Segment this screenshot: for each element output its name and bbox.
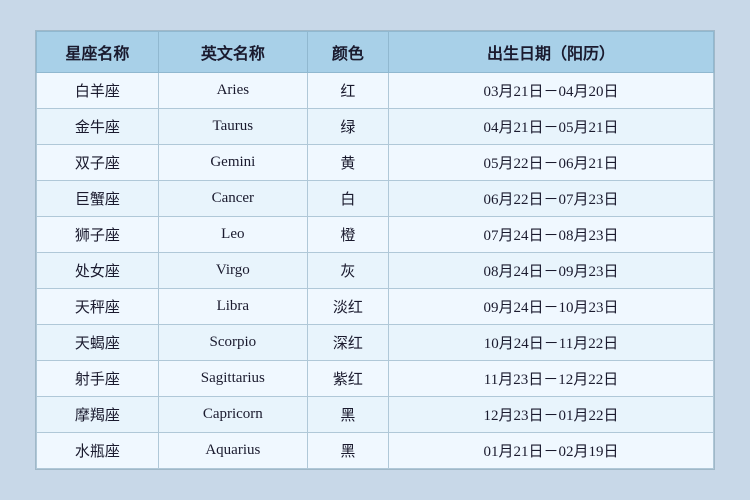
table-row: 金牛座Taurus绿04月21日－05月21日 (37, 109, 714, 145)
cell-chinese: 天蝎座 (37, 325, 159, 361)
table-row: 天秤座Libra淡红09月24日－10月23日 (37, 289, 714, 325)
table-header-row: 星座名称 英文名称 颜色 出生日期（阳历） (37, 32, 714, 73)
table-row: 巨蟹座Cancer白06月22日－07月23日 (37, 181, 714, 217)
cell-color: 淡红 (307, 289, 388, 325)
cell-english: Leo (158, 217, 307, 253)
cell-chinese: 摩羯座 (37, 397, 159, 433)
header-color: 颜色 (307, 32, 388, 73)
cell-color: 黑 (307, 433, 388, 469)
cell-date: 12月23日－01月22日 (389, 397, 714, 433)
table-row: 摩羯座Capricorn黑12月23日－01月22日 (37, 397, 714, 433)
cell-english: Scorpio (158, 325, 307, 361)
cell-color: 深红 (307, 325, 388, 361)
cell-date: 01月21日－02月19日 (389, 433, 714, 469)
cell-english: Sagittarius (158, 361, 307, 397)
table-row: 白羊座Aries红03月21日－04月20日 (37, 73, 714, 109)
cell-chinese: 射手座 (37, 361, 159, 397)
cell-english: Aquarius (158, 433, 307, 469)
header-english: 英文名称 (158, 32, 307, 73)
cell-chinese: 巨蟹座 (37, 181, 159, 217)
cell-chinese: 天秤座 (37, 289, 159, 325)
cell-date: 08月24日－09月23日 (389, 253, 714, 289)
cell-english: Aries (158, 73, 307, 109)
table-row: 狮子座Leo橙07月24日－08月23日 (37, 217, 714, 253)
table-row: 水瓶座Aquarius黑01月21日－02月19日 (37, 433, 714, 469)
cell-english: Taurus (158, 109, 307, 145)
cell-chinese: 狮子座 (37, 217, 159, 253)
cell-english: Libra (158, 289, 307, 325)
cell-color: 黄 (307, 145, 388, 181)
cell-color: 红 (307, 73, 388, 109)
cell-date: 07月24日－08月23日 (389, 217, 714, 253)
table-body: 白羊座Aries红03月21日－04月20日金牛座Taurus绿04月21日－0… (37, 73, 714, 469)
cell-color: 绿 (307, 109, 388, 145)
cell-date: 03月21日－04月20日 (389, 73, 714, 109)
table-row: 射手座Sagittarius紫红11月23日－12月22日 (37, 361, 714, 397)
table-row: 天蝎座Scorpio深红10月24日－11月22日 (37, 325, 714, 361)
zodiac-table-container: 星座名称 英文名称 颜色 出生日期（阳历） 白羊座Aries红03月21日－04… (35, 30, 715, 470)
cell-color: 橙 (307, 217, 388, 253)
cell-date: 06月22日－07月23日 (389, 181, 714, 217)
cell-date: 04月21日－05月21日 (389, 109, 714, 145)
cell-date: 11月23日－12月22日 (389, 361, 714, 397)
cell-date: 10月24日－11月22日 (389, 325, 714, 361)
cell-english: Virgo (158, 253, 307, 289)
cell-english: Capricorn (158, 397, 307, 433)
header-date: 出生日期（阳历） (389, 32, 714, 73)
cell-color: 紫红 (307, 361, 388, 397)
cell-chinese: 金牛座 (37, 109, 159, 145)
cell-chinese: 水瓶座 (37, 433, 159, 469)
cell-date: 05月22日－06月21日 (389, 145, 714, 181)
cell-color: 黑 (307, 397, 388, 433)
table-row: 双子座Gemini黄05月22日－06月21日 (37, 145, 714, 181)
table-row: 处女座Virgo灰08月24日－09月23日 (37, 253, 714, 289)
cell-chinese: 白羊座 (37, 73, 159, 109)
cell-english: Cancer (158, 181, 307, 217)
cell-chinese: 双子座 (37, 145, 159, 181)
cell-english: Gemini (158, 145, 307, 181)
cell-color: 白 (307, 181, 388, 217)
cell-chinese: 处女座 (37, 253, 159, 289)
zodiac-table: 星座名称 英文名称 颜色 出生日期（阳历） 白羊座Aries红03月21日－04… (36, 31, 714, 469)
header-chinese: 星座名称 (37, 32, 159, 73)
cell-color: 灰 (307, 253, 388, 289)
cell-date: 09月24日－10月23日 (389, 289, 714, 325)
